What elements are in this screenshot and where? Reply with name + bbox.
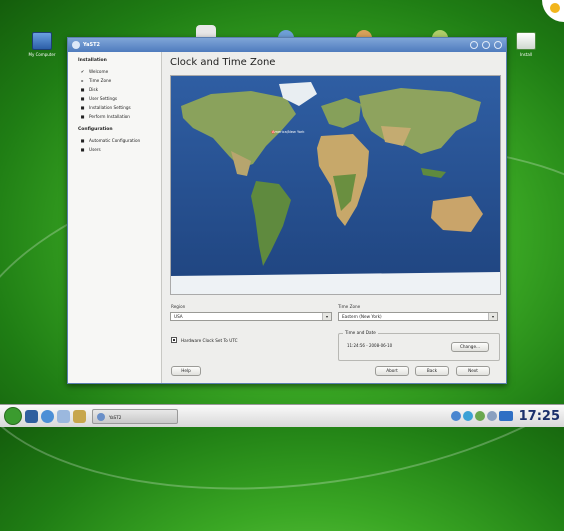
panel-clock[interactable]: 17:25 bbox=[519, 409, 560, 424]
map-city-label: America/New York bbox=[272, 130, 305, 134]
installation-steps-sidebar: Installation ✔ Welcome ▸ Time Zone ■ Dis… bbox=[68, 52, 162, 383]
desktop-icon-my-computer[interactable]: My Computer bbox=[22, 32, 62, 57]
yast-window: YaST2 Installation ✔ Welcome ▸ Time Zone… bbox=[67, 37, 507, 384]
corner-flower-icon[interactable] bbox=[542, 0, 564, 22]
window-titlebar[interactable]: YaST2 bbox=[68, 38, 506, 52]
pager-icon[interactable] bbox=[73, 409, 86, 423]
window-title: YaST2 bbox=[83, 42, 101, 48]
bullet-icon: ■ bbox=[80, 114, 85, 119]
sidebar-item-label: Perform Installation bbox=[89, 114, 130, 119]
sidebar-item-label: Users bbox=[89, 147, 101, 152]
page-title: Clock and Time Zone bbox=[170, 57, 276, 68]
next-button[interactable]: Next bbox=[456, 366, 490, 376]
timezone-select-value: Eastern (New York) bbox=[342, 314, 382, 319]
sidebar-item-label: User Settings bbox=[89, 96, 118, 101]
sidebar-heading-installation: Installation bbox=[78, 58, 107, 63]
arrow-icon: ▸ bbox=[81, 78, 84, 83]
sidebar-item-time-zone: ▸ Time Zone bbox=[68, 76, 161, 85]
bullet-icon: ■ bbox=[80, 138, 85, 143]
close-icon[interactable] bbox=[494, 41, 502, 49]
chevron-down-icon: ▾ bbox=[488, 313, 497, 320]
region-label: Region bbox=[171, 304, 186, 309]
change-time-button[interactable]: Change... bbox=[451, 342, 489, 352]
minimize-icon[interactable] bbox=[470, 41, 478, 49]
system-tray: 17:25 bbox=[449, 407, 560, 425]
yast-app-icon bbox=[72, 41, 80, 49]
kde-panel: YaST2 17:25 bbox=[0, 404, 564, 427]
taskbar-task-yast[interactable]: YaST2 bbox=[92, 408, 178, 424]
computer-icon bbox=[32, 32, 52, 50]
time-and-date-value: 11:24:56 - 2008-06-10 bbox=[347, 343, 393, 348]
kickoff-menu-icon[interactable] bbox=[4, 407, 22, 425]
world-map-graphic bbox=[171, 76, 500, 294]
bullet-icon: ■ bbox=[80, 87, 85, 92]
desktop-icon-install[interactable]: Install bbox=[506, 32, 546, 57]
sidebar-item-label: Disk bbox=[89, 87, 98, 92]
sidebar-item-disk: ■ Disk bbox=[68, 85, 161, 94]
time-and-date-title: Time and Date bbox=[343, 330, 378, 335]
sidebar-item-perform-installation: ■ Perform Installation bbox=[68, 112, 161, 121]
maximize-icon[interactable] bbox=[482, 41, 490, 49]
desktop-icon[interactable] bbox=[25, 409, 38, 423]
install-icon bbox=[516, 32, 536, 50]
sidebar-item-users: ■ Users bbox=[68, 145, 161, 154]
sidebar-item-label: Installation Settings bbox=[89, 105, 131, 110]
main-content: Clock and Time Zone America/New York Reg… bbox=[162, 52, 506, 383]
volume-icon[interactable] bbox=[474, 411, 485, 421]
sidebar-heading-configuration: Configuration bbox=[78, 127, 113, 132]
help-button[interactable]: Help bbox=[171, 366, 201, 376]
hardware-clock-checkbox[interactable] bbox=[171, 337, 177, 343]
checkmark-icon: ✔ bbox=[80, 69, 85, 74]
browser-icon[interactable] bbox=[41, 409, 54, 423]
clipboard-icon[interactable] bbox=[486, 411, 497, 421]
region-select[interactable]: USA ▾ bbox=[170, 312, 332, 321]
timezone-label: Time Zone bbox=[338, 304, 361, 309]
sidebar-item-automatic-configuration: ■ Automatic Configuration bbox=[68, 136, 161, 145]
updater-icon[interactable] bbox=[462, 411, 473, 421]
abort-button[interactable]: Abort bbox=[375, 366, 409, 376]
back-button[interactable]: Back bbox=[415, 366, 449, 376]
display-icon[interactable] bbox=[498, 411, 513, 421]
hardware-clock-checkbox-row[interactable]: Hardware Clock Set To UTC bbox=[171, 337, 238, 343]
sidebar-item-welcome: ✔ Welcome bbox=[68, 67, 161, 76]
desktop-icon-label: Install bbox=[519, 52, 533, 57]
region-select-value: USA bbox=[174, 314, 183, 319]
desktop-icon-label: My Computer bbox=[28, 52, 56, 57]
chevron-down-icon: ▾ bbox=[322, 313, 331, 320]
world-map[interactable]: America/New York bbox=[170, 75, 501, 295]
bullet-icon: ■ bbox=[80, 105, 85, 110]
network-icon[interactable] bbox=[450, 411, 461, 421]
bullet-icon: ■ bbox=[80, 147, 85, 152]
time-and-date-group: Time and Date 11:24:56 - 2008-06-10 Chan… bbox=[338, 330, 500, 361]
hardware-clock-label: Hardware Clock Set To UTC bbox=[181, 337, 238, 343]
sidebar-item-label: Time Zone bbox=[89, 78, 112, 83]
file-manager-icon[interactable] bbox=[57, 409, 70, 423]
sidebar-item-user-settings: ■ User Settings bbox=[68, 94, 161, 103]
bullet-icon: ■ bbox=[80, 96, 85, 101]
sidebar-item-installation-settings: ■ Installation Settings bbox=[68, 103, 161, 112]
sidebar-item-label: Welcome bbox=[89, 69, 109, 74]
sidebar-item-label: Automatic Configuration bbox=[89, 138, 141, 143]
timezone-select[interactable]: Eastern (New York) ▾ bbox=[338, 312, 498, 321]
